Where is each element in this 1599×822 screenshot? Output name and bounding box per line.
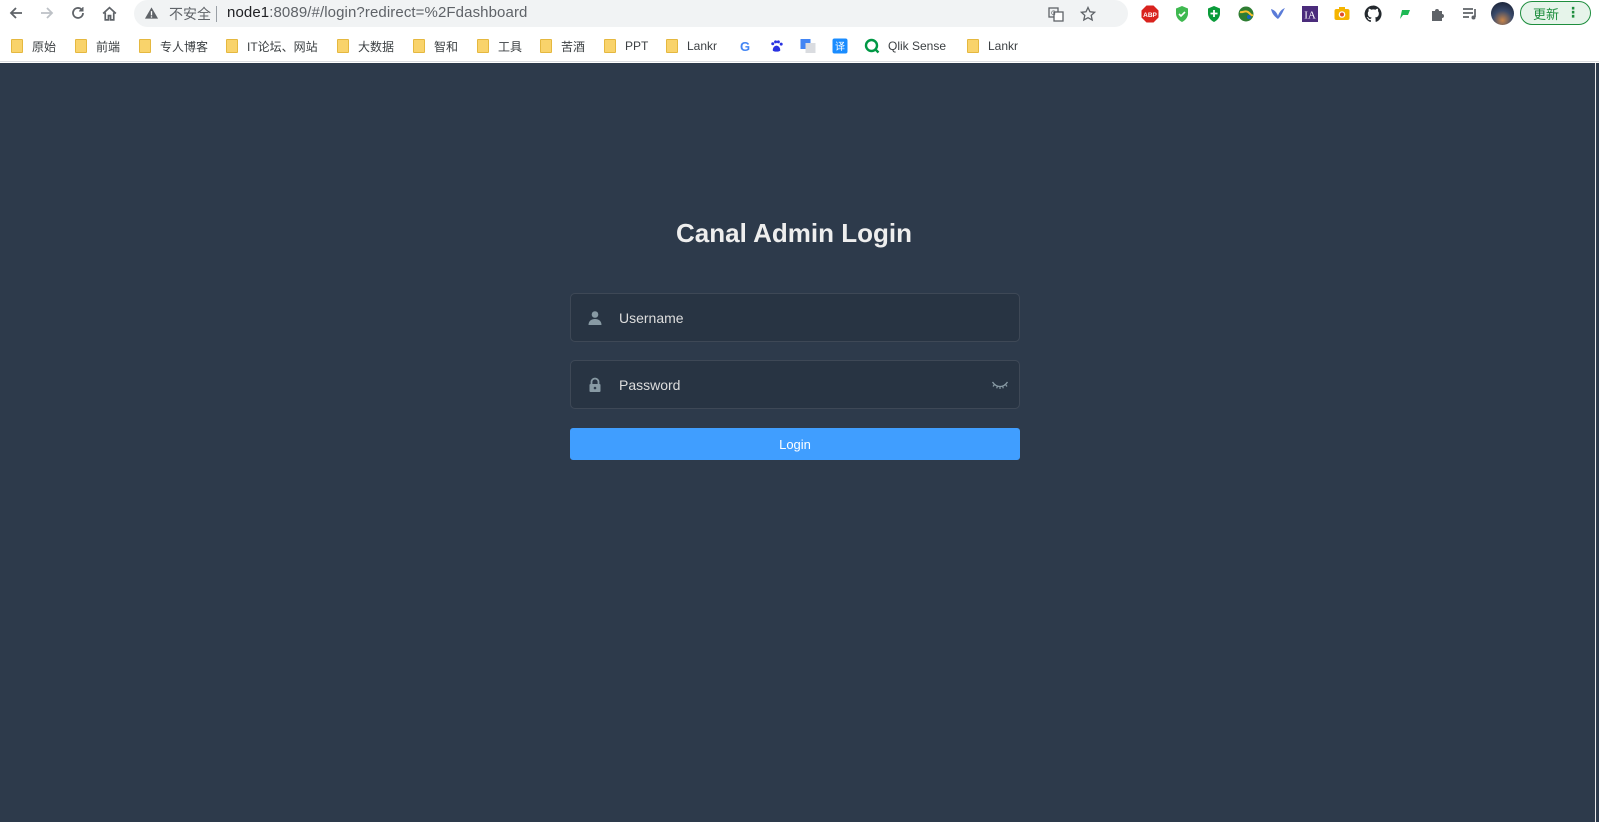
baidu-icon bbox=[768, 38, 784, 54]
bookmark-label: PPT bbox=[625, 39, 649, 53]
bookmark-folder[interactable]: PPT bbox=[604, 37, 648, 55]
bookmark-label: Lankr bbox=[988, 39, 1019, 53]
bird-icon[interactable] bbox=[1268, 4, 1288, 24]
login-page: Canal Admin Login Login bbox=[0, 63, 1599, 822]
bookmark-label: Qlik Sense bbox=[888, 39, 947, 53]
arrow-right-icon bbox=[41, 7, 54, 19]
folder-icon bbox=[75, 39, 87, 53]
bookmark-folder[interactable]: 大数据 bbox=[337, 37, 394, 55]
scrollbar[interactable] bbox=[1595, 63, 1599, 822]
bookmark-folder[interactable]: 专人博客 bbox=[139, 37, 208, 55]
github-icon[interactable] bbox=[1363, 4, 1383, 24]
bookmark-label: 专人博客 bbox=[160, 39, 209, 54]
bookmark-folder[interactable]: 工具 bbox=[477, 37, 522, 55]
url-path: :8089/#/login?redirect=%2Fdashboard bbox=[269, 4, 528, 21]
google-translate-icon bbox=[800, 38, 816, 54]
bookmark-folder[interactable]: Lankr bbox=[666, 37, 717, 55]
folder-icon bbox=[477, 39, 489, 53]
ia-label: IA bbox=[1304, 10, 1316, 22]
folder-icon bbox=[604, 39, 616, 53]
puzzle-icon[interactable] bbox=[1428, 4, 1448, 24]
address-separator bbox=[216, 6, 217, 22]
adblock-icon[interactable]: ABP bbox=[1140, 4, 1160, 24]
google-icon: G bbox=[737, 38, 753, 54]
folder-icon bbox=[11, 39, 23, 53]
bookmark-label: Lankr bbox=[687, 39, 718, 53]
folder-icon bbox=[666, 39, 678, 53]
menu-dots-icon: ⋮ bbox=[1566, 4, 1580, 20]
bookmark-folder[interactable]: 苦酒 bbox=[540, 37, 585, 55]
bookmark-youdao-translate[interactable]: 译 bbox=[832, 37, 856, 55]
bookmark-qlik-sense[interactable]: Qlik Sense bbox=[864, 37, 946, 55]
camera-icon[interactable] bbox=[1332, 4, 1352, 24]
bookmark-baidu[interactable] bbox=[768, 37, 792, 55]
bookmark-folder[interactable]: IT论坛、网站 bbox=[226, 37, 318, 55]
profile-avatar[interactable] bbox=[1491, 2, 1514, 25]
svg-text:G: G bbox=[1051, 10, 1056, 17]
eye-closed-icon[interactable] bbox=[991, 376, 1009, 394]
google-glyph: G bbox=[740, 39, 750, 53]
bookmark-folder[interactable]: Lankr bbox=[967, 37, 1018, 55]
folder-icon bbox=[413, 39, 425, 53]
update-button[interactable]: 更新 ⋮ bbox=[1520, 1, 1591, 25]
page-title: Canal Admin Login bbox=[676, 218, 912, 248]
username-field[interactable] bbox=[570, 293, 1020, 342]
url-host: node1 bbox=[227, 4, 270, 21]
username-input[interactable] bbox=[619, 302, 979, 333]
bookmark-label: 苦酒 bbox=[561, 39, 586, 54]
address-bar[interactable]: 不安全 node1:8089/#/login?redirect=%2Fdashb… bbox=[134, 0, 1128, 27]
folder-icon bbox=[540, 39, 552, 53]
url-text[interactable]: node1:8089/#/login?redirect=%2Fdashboard bbox=[227, 4, 527, 21]
arrow-left-icon bbox=[9, 7, 22, 19]
reload-button[interactable] bbox=[65, 1, 91, 25]
password-input[interactable] bbox=[619, 369, 979, 400]
bookmarks-bar: 原始 前端 专人博客 IT论坛、网站 大数据 智和 工具 苦酒 PPT Lank… bbox=[0, 30, 1599, 62]
security-label[interactable]: 不安全 bbox=[169, 4, 211, 24]
bookmark-folder[interactable]: 智和 bbox=[413, 37, 458, 55]
translate-icon[interactable]: G bbox=[1046, 4, 1066, 24]
flag-icon[interactable] bbox=[1395, 4, 1415, 24]
shield-plus-icon[interactable] bbox=[1204, 4, 1224, 24]
ia-icon[interactable]: IA bbox=[1300, 4, 1320, 24]
home-button[interactable] bbox=[96, 1, 122, 25]
forward-button[interactable] bbox=[34, 1, 60, 25]
warning-icon bbox=[144, 6, 159, 25]
bookmark-google[interactable]: G bbox=[737, 37, 761, 55]
shield-check-icon[interactable] bbox=[1172, 4, 1192, 24]
bookmark-label: 原始 bbox=[32, 39, 57, 54]
reload-icon bbox=[72, 7, 84, 19]
folder-icon bbox=[226, 39, 238, 53]
bookmark-label: 大数据 bbox=[358, 39, 395, 54]
folder-icon bbox=[139, 39, 151, 53]
update-button-label: 更新 bbox=[1533, 6, 1560, 22]
lock-icon bbox=[586, 376, 604, 394]
login-button[interactable]: Login bbox=[570, 428, 1020, 460]
browser-toolbar: 不安全 node1:8089/#/login?redirect=%2Fdashb… bbox=[0, 0, 1599, 27]
globe-icon[interactable] bbox=[1236, 4, 1256, 24]
bookmark-google-translate[interactable] bbox=[800, 37, 824, 55]
folder-icon bbox=[337, 39, 349, 53]
youdao-translate-icon: 译 bbox=[832, 38, 848, 54]
home-icon bbox=[102, 6, 116, 21]
folder-icon bbox=[967, 39, 979, 53]
adblock-label: ABP bbox=[1143, 12, 1157, 19]
qlik-icon bbox=[864, 38, 880, 54]
bookmark-star-icon[interactable] bbox=[1078, 4, 1098, 24]
user-icon bbox=[586, 309, 604, 327]
playlist-icon[interactable] bbox=[1460, 4, 1480, 24]
back-button[interactable] bbox=[3, 1, 29, 25]
translate-glyph: 译 bbox=[835, 41, 845, 53]
bookmark-label: IT论坛、网站 bbox=[247, 39, 318, 54]
bookmark-folder[interactable]: 原始 bbox=[11, 37, 56, 55]
password-field[interactable] bbox=[570, 360, 1020, 409]
bookmark-label: 工具 bbox=[498, 39, 523, 54]
bookmark-label: 智和 bbox=[434, 39, 459, 54]
bookmark-folder[interactable]: 前端 bbox=[75, 37, 120, 55]
bookmark-label: 前端 bbox=[96, 39, 121, 54]
